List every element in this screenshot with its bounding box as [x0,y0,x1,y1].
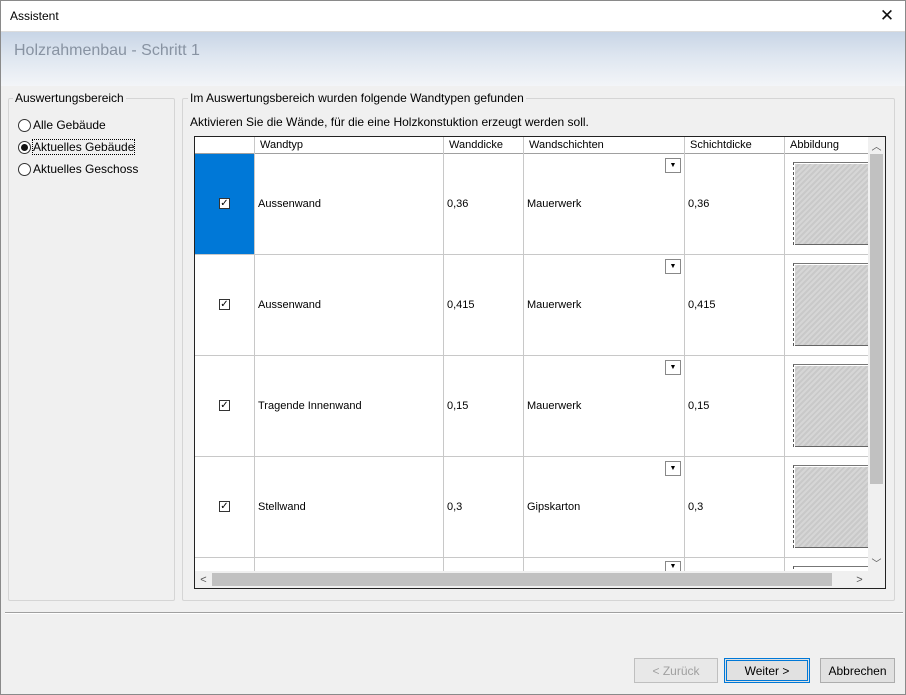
col-header-layer-thickness[interactable]: Schichtdicke [685,137,785,154]
layer-value: Mauerwerk [527,299,582,311]
chevron-down-icon[interactable]: ▼ [665,158,681,173]
wall-section-image [793,364,868,447]
layer-thickness-cell[interactable]: 0,36 [685,154,785,254]
row-checkbox[interactable]: ✓ [219,299,230,310]
next-button[interactable]: Weiter > [724,658,810,683]
layer-cell[interactable]: Mauerwerk ▼ [524,154,685,254]
table-row[interactable]: ✓ Aussenwand 0,415 Mauerwerk ▼ 0,415 [195,255,868,356]
wall-type-cell[interactable]: Tragende Innenwand [255,356,444,456]
col-header-wall-type[interactable]: Wandtyp [255,137,444,154]
footer-separator [5,612,903,614]
chevron-down-icon[interactable]: ▼ [665,461,681,476]
layer-cell[interactable]: Mauerwerk ▼ [524,255,685,355]
wall-section-image [793,263,868,346]
chevron-down-icon[interactable]: ﹀ [868,554,885,571]
radio-current-building[interactable]: Aktuelles Gebäude [18,139,136,155]
table-row[interactable]: ✓ Aussenwand 0,36 Mauerwerk ▼ 0,36 [195,154,868,255]
walls-group: Im Auswertungsbereich wurden folgende Wa… [182,91,895,601]
radio-label: Alle Gebäude [33,118,106,132]
select-cell[interactable]: ✓ [195,255,255,355]
wizard-banner: Holzrahmenbau - Schritt 1 [1,32,905,86]
cancel-button[interactable]: Abbrechen [820,658,895,683]
image-cell [785,255,868,355]
image-cell [785,356,868,456]
layer-cell[interactable]: Gipskarton ▼ [524,457,685,557]
select-cell[interactable]: ✓ [195,154,255,254]
vertical-scroll-thumb[interactable] [870,154,883,484]
col-header-image[interactable]: Abbildung [785,137,868,154]
wall-section-image [793,162,868,245]
radio-icon[interactable] [18,140,31,154]
scrollbar-corner [868,571,885,588]
table-row[interactable]: ✓ Stellwand 0,3 Gipskarton ▼ 0,3 [195,457,868,558]
thickness-cell[interactable]: 0,3 [444,457,524,557]
chevron-down-icon[interactable]: ▼ [665,561,681,571]
walls-hint: Aktivieren Sie die Wände, für die eine H… [190,115,589,129]
chevron-left-icon[interactable]: < [195,571,212,588]
radio-all-buildings[interactable]: Alle Gebäude [18,118,106,132]
image-cell [785,457,868,557]
wall-types-grid[interactable]: Wandtyp Wanddicke Wandschichten Schichtd… [194,136,886,589]
vertical-scrollbar[interactable]: ︿ ﹀ [868,137,885,571]
layer-thickness-cell[interactable]: 0,415 [685,255,785,355]
assistant-window: Assistent ✕ Holzrahmenbau - Schritt 1 Au… [0,0,906,695]
scope-legend: Auswertungsbereich [13,91,126,105]
chevron-right-icon[interactable]: > [851,571,868,588]
radio-label: Aktuelles Gebäude [31,139,136,155]
grid-header: Wandtyp Wanddicke Wandschichten Schichtd… [195,137,868,154]
close-icon[interactable]: ✕ [869,1,905,31]
wall-section-image [793,465,868,548]
layer-cell[interactable]: Mauerwerk ▼ [524,356,685,456]
row-checkbox[interactable]: ✓ [219,400,230,411]
col-header-select[interactable] [195,137,255,154]
row-checkbox[interactable]: ✓ [219,501,230,512]
layer-thickness-cell[interactable]: 0,15 [685,356,785,456]
radio-current-floor[interactable]: Aktuelles Geschoss [18,162,138,176]
image-cell [785,154,868,254]
horizontal-scrollbar[interactable]: < > [195,571,868,588]
table-row[interactable]: ✓ Tragende Innenwand 0,15 Mauerwerk ▼ 0,… [195,356,868,457]
thickness-cell[interactable]: 0,36 [444,154,524,254]
wall-type-cell[interactable]: Aussenwand [255,154,444,254]
layer-value: Mauerwerk [527,198,582,210]
step-title: Holzrahmenbau - Schritt 1 [14,42,200,59]
select-cell[interactable]: ✓ [195,457,255,557]
back-button[interactable]: < Zurück [634,658,718,683]
radio-icon[interactable] [18,118,31,132]
col-header-thickness[interactable]: Wanddicke [444,137,524,154]
wall-type-cell[interactable]: Aussenwand [255,255,444,355]
wall-type-cell[interactable]: Stellwand [255,457,444,557]
title-bar: Assistent ✕ [1,1,905,32]
chevron-down-icon[interactable]: ▼ [665,360,681,375]
radio-label: Aktuelles Geschoss [33,162,139,176]
thickness-cell[interactable]: 0,415 [444,255,524,355]
radio-icon[interactable] [18,162,31,176]
layer-thickness-cell[interactable]: 0,3 [685,457,785,557]
window-title: Assistent [10,9,59,23]
row-checkbox[interactable]: ✓ [219,198,230,209]
select-cell[interactable]: ✓ [195,356,255,456]
horizontal-scroll-thumb[interactable] [212,573,832,586]
layer-value: Gipskarton [527,501,581,513]
thickness-cell[interactable]: 0,15 [444,356,524,456]
scope-group: Auswertungsbereich Alle Gebäude Aktuelle… [8,91,175,601]
walls-legend: Im Auswertungsbereich wurden folgende Wa… [188,91,526,105]
chevron-down-icon[interactable]: ▼ [665,259,681,274]
chevron-up-icon[interactable]: ︿ [868,137,885,154]
layer-value: Mauerwerk [527,400,582,412]
col-header-layers[interactable]: Wandschichten [524,137,685,154]
